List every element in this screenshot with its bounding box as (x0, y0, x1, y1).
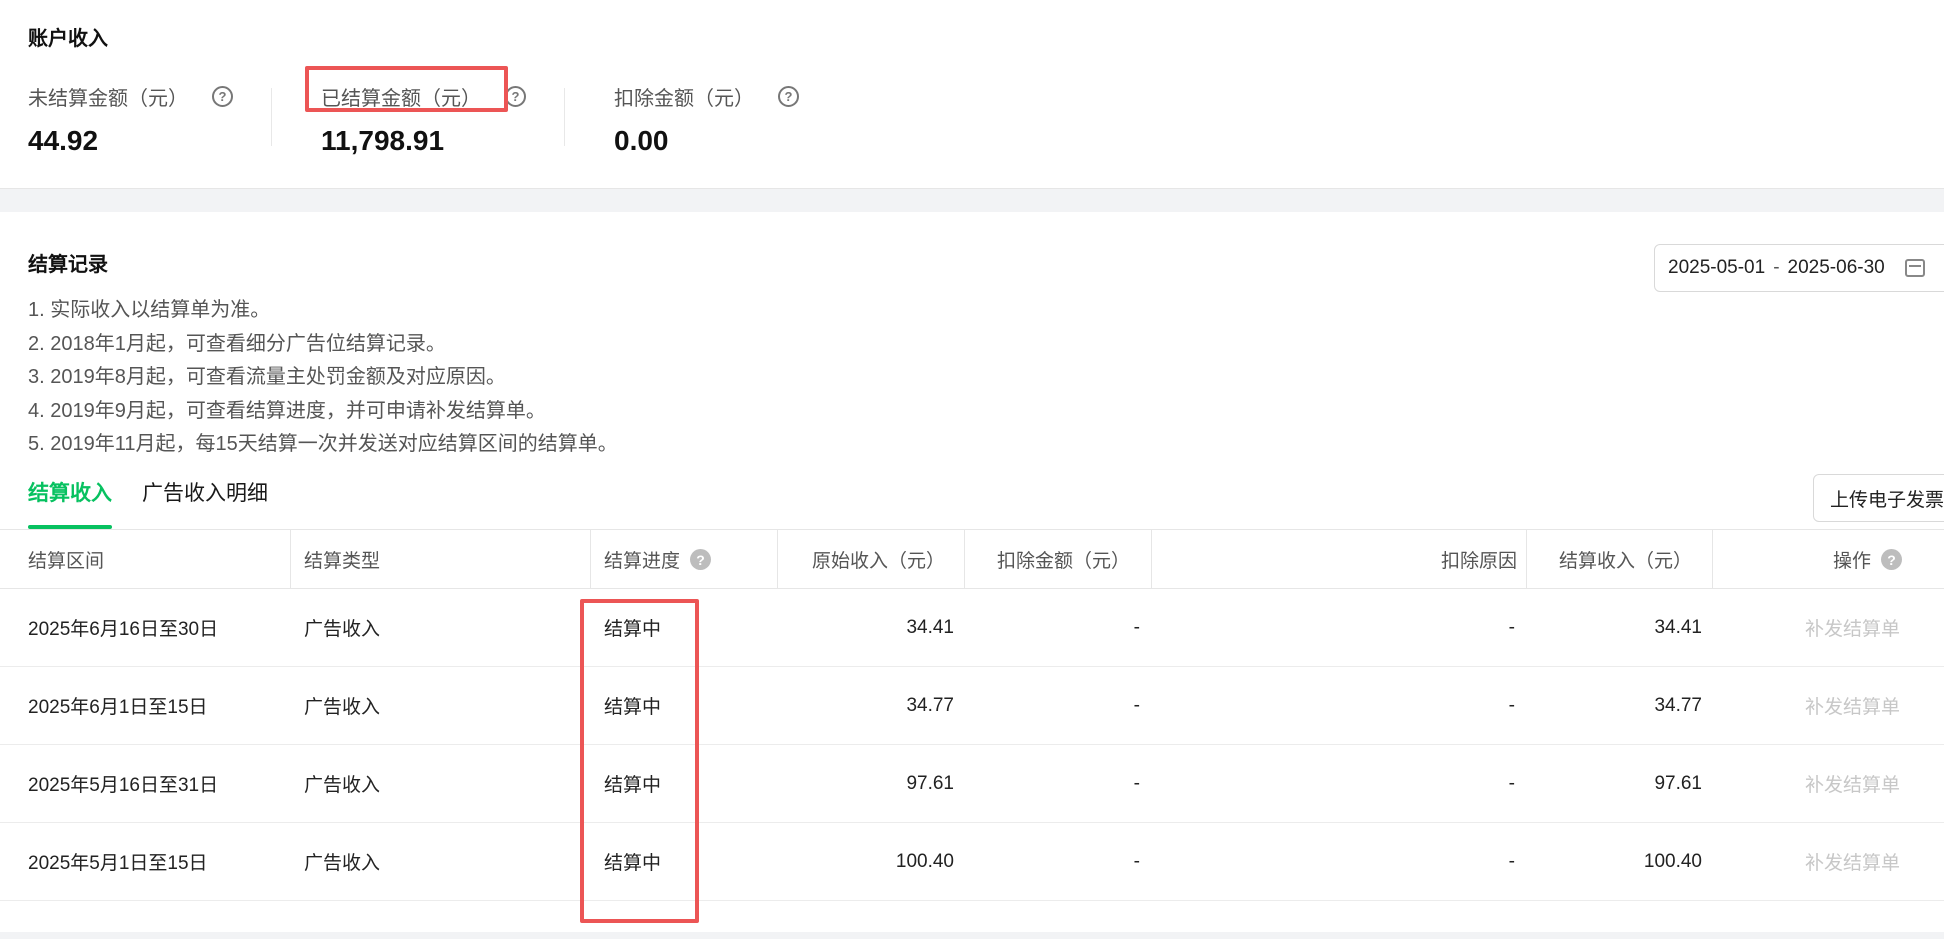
stat-deduction-value: 0.00 (614, 125, 669, 156)
cell-settled-income: 100.40 (1643, 850, 1702, 872)
cell-deduction: - (1133, 616, 1140, 638)
note-item: 3. 2019年8月起，可查看流量主处罚金额及对应原因。 (28, 366, 506, 388)
cell-deduction-reason: - (1508, 772, 1515, 794)
stat-settled-value: 11,798.91 (321, 125, 445, 156)
cell-type: 广告收入 (304, 697, 381, 718)
page-bottom-strip (0, 932, 1944, 939)
col-deduction: 扣除金额（元） (996, 551, 1130, 572)
settlement-records-title: 结算记录 (28, 254, 108, 276)
stat-divider (564, 88, 565, 146)
cell-deduction: - (1133, 850, 1140, 872)
note-item: 1. 实际收入以结算单为准。 (28, 299, 271, 321)
settlement-notes: 1. 实际收入以结算单为准。 2. 2018年1月起，可查看细分广告位结算记录。… (28, 294, 618, 462)
stat-divider (271, 88, 272, 146)
question-circle-icon[interactable]: ? (505, 86, 526, 107)
progress-highlight-box (580, 599, 699, 923)
stat-deduction-label: 扣除金额（元） (614, 88, 754, 110)
reissue-statement-link[interactable]: 补发结算单 (1712, 745, 1900, 822)
cell-settled-income: 34.41 (1654, 616, 1702, 638)
table-row: 2025年6月1日至15日 广告收入 结算中 34.77 - - 34.77 补… (0, 667, 1944, 745)
col-type: 结算类型 (304, 551, 381, 572)
cell-original-income: 34.41 (906, 616, 954, 638)
date-range-end: 2025-06-30 (1787, 257, 1885, 278)
date-range-picker[interactable]: 2025-05-01 - 2025-06-30 (1654, 244, 1944, 292)
reissue-statement-link[interactable]: 补发结算单 (1712, 667, 1900, 744)
reissue-statement-link[interactable]: 补发结算单 (1712, 589, 1900, 666)
note-item: 2. 2018年1月起，可查看细分广告位结算记录。 (28, 332, 446, 355)
account-income-title: 账户收入 (28, 28, 108, 50)
table-row: 2025年6月16日至30日 广告收入 结算中 34.41 - - 34.41 … (0, 589, 1944, 667)
question-circle-icon[interactable]: ? (212, 86, 233, 107)
cell-type: 广告收入 (304, 775, 381, 796)
settlement-records-card: 结算记录 2025-05-01 - 2025-06-30 1. 实际收入以结算单… (0, 212, 1944, 934)
cell-deduction: - (1133, 694, 1140, 716)
cell-period: 2025年6月1日至15日 (28, 697, 208, 718)
question-circle-icon[interactable]: ? (1881, 549, 1902, 570)
note-item: 4. 2019年9月起，可查看结算进度，并可申请补发结算单。 (28, 399, 546, 422)
cell-original-income: 34.77 (906, 694, 954, 716)
note-item: 5. 2019年11月起，每15天结算一次并发送对应结算区间的结算单。 (28, 433, 618, 455)
col-deduction-reason: 扣除原因 (1440, 551, 1517, 572)
stat-unsettled: 未结算金额（元） ? 44.92 (28, 82, 233, 157)
col-progress: 结算进度 ? (604, 530, 712, 589)
col-action-label: 操作 (1832, 551, 1871, 572)
reissue-statement-link[interactable]: 补发结算单 (1712, 823, 1900, 900)
date-range-start: 2025-05-01 (1668, 257, 1766, 278)
cell-deduction-reason: - (1508, 616, 1515, 638)
cell-deduction: - (1133, 772, 1140, 794)
cell-settled-income: 97.61 (1654, 772, 1702, 794)
cell-type: 广告收入 (304, 619, 381, 640)
cell-type: 广告收入 (304, 853, 381, 874)
stat-deduction: 扣除金额（元） ? 0.00 (614, 82, 799, 157)
col-action: 操作 ? (1712, 530, 1902, 589)
date-range-separator: - (1773, 257, 1780, 278)
tab-settlement-income[interactable]: 结算收入 (28, 477, 112, 507)
calendar-icon[interactable] (1904, 259, 1925, 277)
question-circle-icon[interactable]: ? (778, 86, 799, 107)
col-settled-income: 结算收入（元） (1558, 551, 1692, 572)
cell-period: 2025年5月1日至15日 (28, 853, 208, 874)
cell-deduction-reason: - (1508, 694, 1515, 716)
account-income-card: 账户收入 未结算金额（元） ? 44.92 已结算金额（元） ? 11,798.… (0, 0, 1944, 189)
settled-highlight-box (305, 66, 508, 112)
table-row: 2025年5月1日至15日 广告收入 结算中 100.40 - - 100.40… (0, 823, 1944, 901)
col-progress-label: 结算进度 (604, 551, 681, 572)
stat-unsettled-label: 未结算金额（元） (28, 88, 188, 110)
cell-period: 2025年6月16日至30日 (28, 619, 219, 640)
col-period: 结算区间 (28, 551, 105, 572)
cell-period: 2025年5月16日至31日 (28, 775, 219, 796)
table-row: 2025年5月16日至31日 广告收入 结算中 97.61 - - 97.61 … (0, 745, 1944, 823)
col-original-income: 原始收入（元） (811, 551, 945, 572)
cell-settled-income: 34.77 (1654, 694, 1702, 716)
cell-deduction-reason: - (1508, 850, 1515, 872)
upload-invoice-button[interactable]: 上传电子发票 (1813, 474, 1944, 522)
settlement-table: 结算区间 结算类型 结算进度 ? 原始收入（元） 扣除金额（元） 扣除原因 结算… (0, 529, 1944, 901)
tab-ad-income-detail[interactable]: 广告收入明细 (142, 477, 268, 507)
table-header: 结算区间 结算类型 结算进度 ? 原始收入（元） 扣除金额（元） 扣除原因 结算… (0, 529, 1944, 589)
stat-unsettled-value: 44.92 (28, 125, 99, 156)
cell-original-income: 97.61 (906, 772, 954, 794)
cell-original-income: 100.40 (895, 850, 954, 872)
question-circle-icon[interactable]: ? (690, 549, 712, 570)
